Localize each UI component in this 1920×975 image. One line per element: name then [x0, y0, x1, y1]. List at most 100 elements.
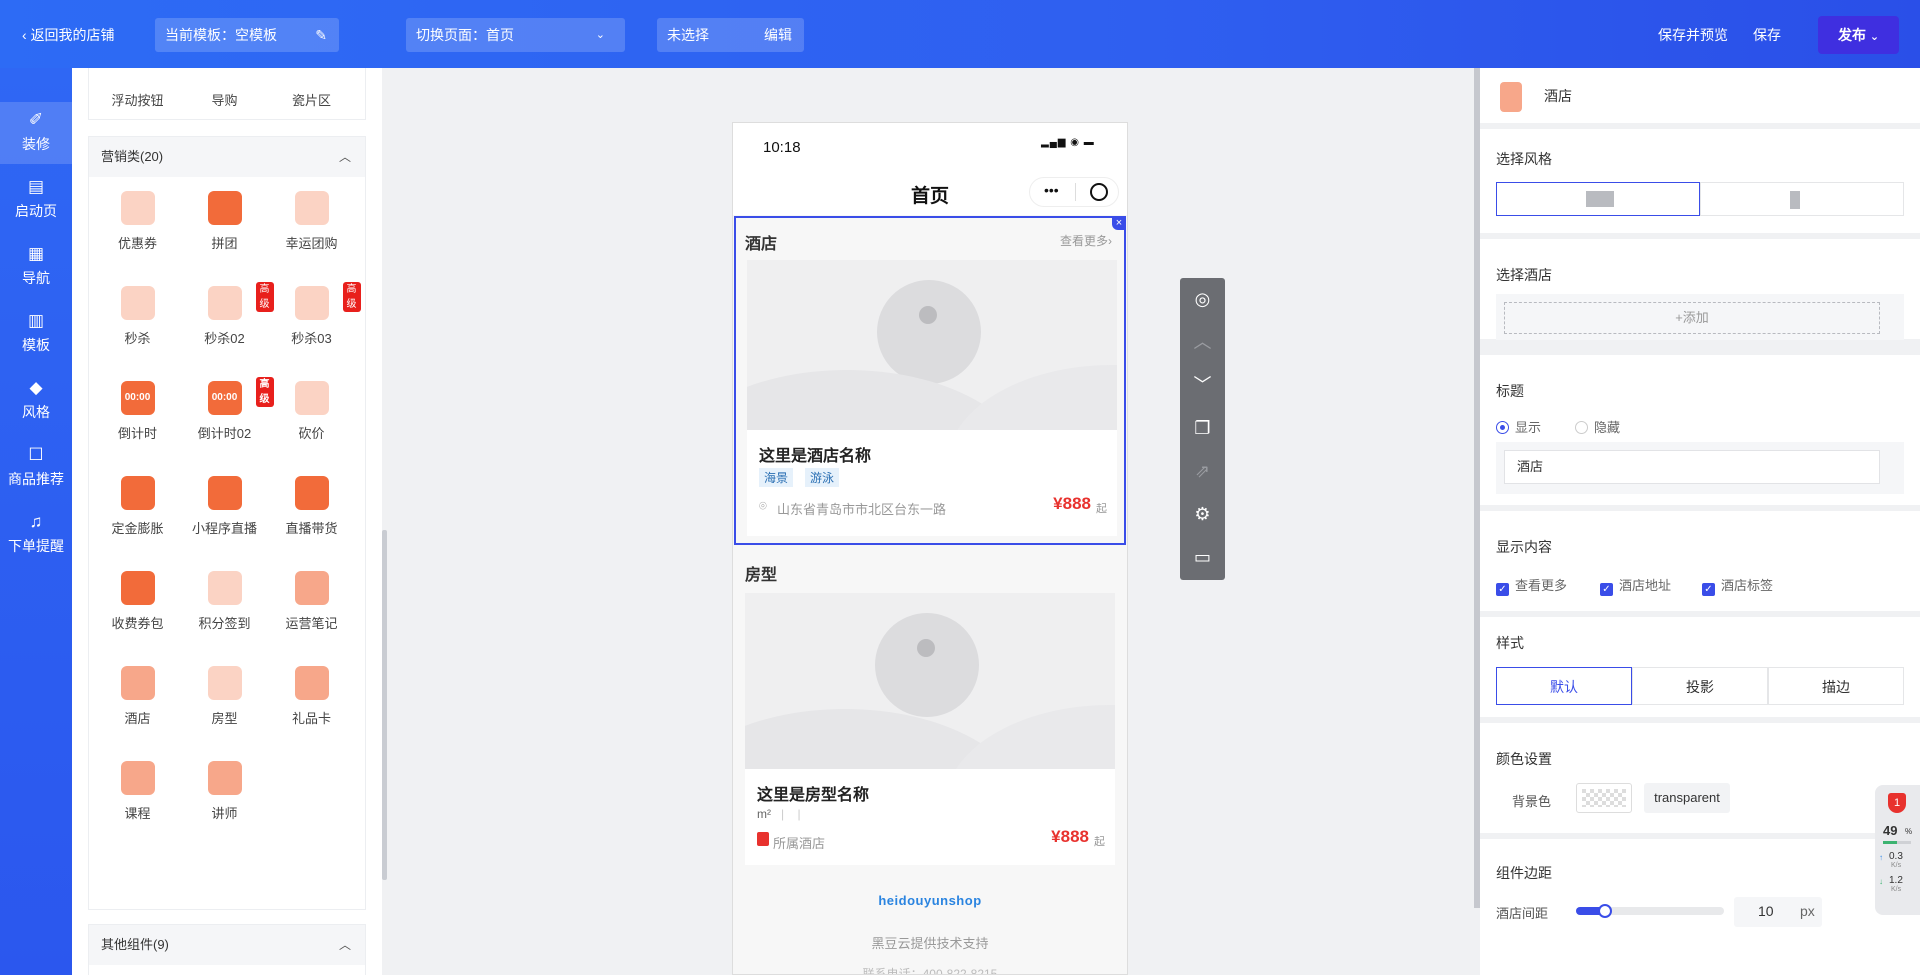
settings-icon[interactable]: ⚙ [1180, 493, 1225, 536]
component-lucky-group[interactable]: 幸运团购 [268, 177, 355, 265]
group-title: 营销类(20) [101, 149, 164, 164]
component-live-sales[interactable]: 直播带货 [268, 462, 355, 550]
hotel-more-link[interactable]: 查看更多› [1060, 232, 1112, 249]
close-icon[interactable]: × [1112, 216, 1126, 230]
margin-section: 组件边距 酒店间距 10 px [1480, 839, 1920, 975]
hotel-tag: 游泳 [805, 468, 840, 487]
switch-page-select[interactable]: 切换页面：首页 ⌄ [406, 18, 625, 52]
price-suffix: 起 [1096, 503, 1107, 515]
section-title: 标题 [1496, 383, 1524, 399]
component-seckill-03[interactable]: 高级 秒杀03 [268, 272, 361, 360]
style-option-list[interactable] [1700, 182, 1904, 216]
component-tile-area[interactable]: 瓷片区 [268, 68, 355, 146]
component-deposit[interactable]: 定金膨胀 [94, 462, 181, 550]
close-target-icon[interactable] [1090, 183, 1108, 201]
move-down-icon[interactable]: ﹀ [1180, 364, 1225, 407]
nav-item-order-alert[interactable]: ♫ 下单提醒 [0, 504, 72, 566]
nav-item-recommend[interactable]: ☐ 商品推荐 [0, 437, 72, 499]
component-gift-card[interactable]: 礼品卡 [268, 652, 355, 740]
template-box[interactable]: 当前模板：空模板 ✎ [155, 18, 339, 52]
marketing-group-header[interactable]: 营销类(20) ︿ [89, 137, 365, 177]
component-room-type[interactable]: 房型 [181, 652, 268, 740]
style-border-button[interactable]: 描边 [1768, 667, 1904, 705]
component-paid-coupon-pack[interactable]: 收费券包 [94, 557, 181, 645]
component-lecturer[interactable]: 讲师 [181, 747, 268, 835]
publish-button[interactable]: 发布 ⌄ [1818, 16, 1900, 54]
component-countdown-02[interactable]: 00:00 高级 倒计时02 [181, 367, 274, 455]
color-section: 颜色设置 背景色 transparent [1480, 723, 1920, 833]
move-up-icon[interactable]: ︿ [1180, 321, 1225, 364]
radio-icon [1575, 421, 1588, 434]
nav-item-decorate[interactable]: ✐ 装修 [0, 102, 72, 164]
bg-color-swatch[interactable] [1576, 783, 1632, 813]
component-points-checkin[interactable]: 积分签到 [181, 557, 268, 645]
bg-color-value[interactable]: transparent [1644, 783, 1730, 813]
note-icon[interactable]: ▭ [1180, 536, 1225, 579]
panel-scrollbar[interactable] [382, 530, 387, 880]
chevron-up-icon[interactable]: ︿ [339, 137, 351, 177]
save-button[interactable]: 保存 [1753, 18, 1781, 52]
style-section: 选择风格 [1480, 129, 1920, 233]
back-link[interactable]: ‹ 返回我的店铺 [22, 18, 115, 52]
component-seckill[interactable]: 秒杀 [94, 272, 181, 360]
component-bargain[interactable]: 砍价 [268, 367, 355, 455]
copy-icon[interactable]: ❐ [1180, 407, 1225, 450]
selection-box[interactable]: 未选择 编辑 [657, 18, 804, 52]
style-default-button[interactable]: 默认 [1496, 667, 1632, 705]
style-shadow-button[interactable]: 投影 [1632, 667, 1768, 705]
title-input[interactable]: 酒店 [1504, 450, 1880, 484]
nav-item-navigation[interactable]: ▦ 导航 [0, 236, 72, 298]
other-group-header[interactable]: 其他组件(9) ︿ [89, 925, 365, 965]
settings-panel: 酒店 选择风格 选择酒店 +添加 标题 显示 隐藏 酒店 显示内容 ✓ 查看更多 … [1480, 68, 1920, 975]
seckill-02-icon: 高级 [207, 282, 274, 320]
component-ops-notes[interactable]: 运营笔记 [268, 557, 355, 645]
component-shopping-guide[interactable]: 导购 [181, 68, 268, 146]
component-group-buy[interactable]: 拼团 [181, 177, 268, 265]
component-hotel[interactable]: 酒店 [94, 652, 181, 740]
component-coupon[interactable]: 优惠券 [94, 177, 181, 265]
room-module[interactable]: 房型 这里是房型名称 m² | | 所属酒店 ¥888 起 [734, 549, 1126, 865]
spacing-slider[interactable] [1576, 904, 1724, 918]
grid-icon: ▦ [27, 244, 45, 263]
spacing-value: 10 [1758, 903, 1774, 919]
room-hotel-label: 所属酒店 [773, 836, 826, 851]
nav-item-template[interactable]: ▥ 模板 [0, 303, 72, 365]
room-section-title: 房型 [745, 567, 778, 584]
hotel-module[interactable]: × 酒店 查看更多› 这里是酒店名称 海景 游泳 ⌾ 山东省青岛市市北区台东一路… [734, 216, 1126, 545]
share-icon[interactable]: ⇗ [1180, 450, 1225, 493]
edit-link[interactable]: 编辑 [764, 18, 792, 52]
capsule-menu[interactable]: ••• [1029, 177, 1119, 207]
show-radio[interactable]: 显示 [1496, 417, 1541, 436]
checkbox-tags[interactable]: ✓ 酒店标签 [1702, 575, 1773, 596]
component-course[interactable]: 课程 [94, 747, 181, 835]
nav-item-style[interactable]: ◆ 风格 [0, 370, 72, 432]
more-dots-icon[interactable]: ••• [1044, 182, 1059, 198]
chevron-up-icon[interactable]: ︿ [339, 925, 351, 965]
unselected-label: 未选择 [667, 27, 709, 43]
spacing-input[interactable]: 10 px [1734, 897, 1822, 927]
network-monitor[interactable]: 1 49 % ↑ 0.3 K/s ↓ 1.2 K/s [1875, 785, 1920, 915]
chevron-down-icon: ⌄ [1869, 31, 1880, 43]
component-label: 直播带货 [285, 521, 338, 536]
save-preview-button[interactable]: 保存并预览 [1658, 18, 1728, 52]
pencil-icon[interactable]: ✎ [315, 18, 327, 52]
nav-item-launch-page[interactable]: ▤ 启动页 [0, 169, 72, 231]
add-hotel-area: +添加 [1496, 294, 1904, 340]
slider-handle[interactable] [1598, 904, 1612, 918]
component-mini-live[interactable]: 小程序直播 [181, 462, 268, 550]
checkbox-more[interactable]: ✓ 查看更多 [1496, 575, 1567, 596]
add-hotel-button[interactable]: +添加 [1504, 302, 1880, 334]
nav-label: 启动页 [15, 203, 57, 219]
mini-live-icon [207, 476, 242, 510]
hotel-image-placeholder [747, 260, 1117, 430]
eye-off-icon[interactable]: ◎ [1180, 278, 1225, 321]
hotel-tag: 海景 [759, 468, 794, 487]
hide-radio[interactable]: 隐藏 [1575, 417, 1620, 436]
lucky-group-icon [294, 191, 329, 225]
component-countdown[interactable]: 00:00 倒计时 [94, 367, 181, 455]
component-floating-button[interactable]: 浮动按钮 [94, 68, 181, 146]
gift-card-icon [294, 666, 329, 700]
style-option-card[interactable] [1496, 182, 1700, 216]
checkbox-address[interactable]: ✓ 酒店地址 [1600, 575, 1671, 596]
component-seckill-02[interactable]: 高级 秒杀02 [181, 272, 274, 360]
